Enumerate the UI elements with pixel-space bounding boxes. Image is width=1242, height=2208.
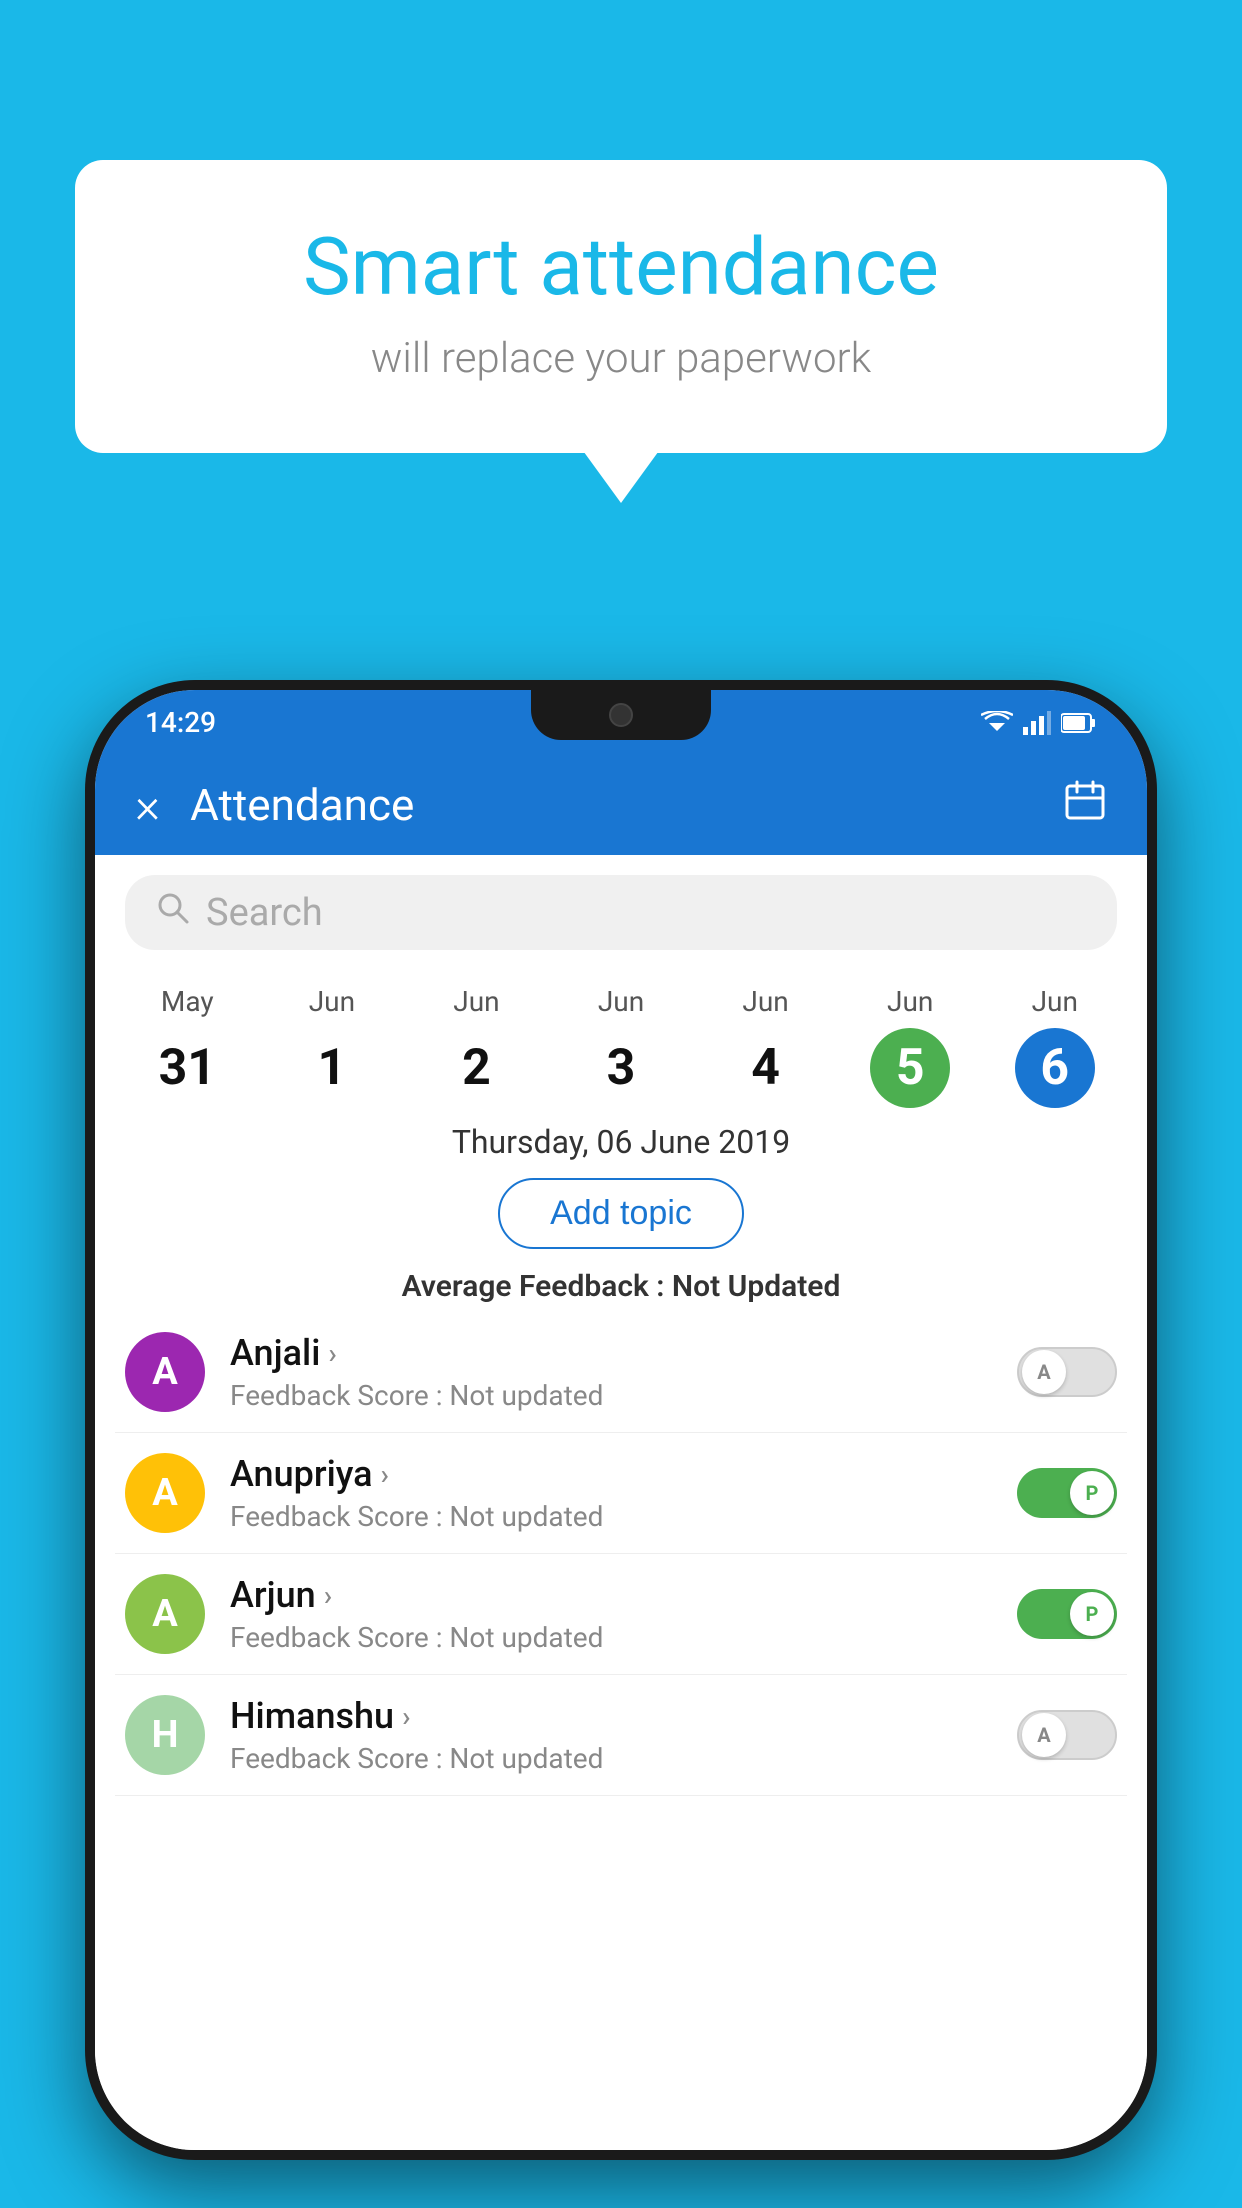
student-name: Arjun › bbox=[230, 1574, 1017, 1616]
student-list: AAnjali ›Feedback Score : Not updatedAAA… bbox=[95, 1312, 1147, 1796]
toggle-knob: A bbox=[1022, 1713, 1066, 1757]
calendar-day-2[interactable]: Jun 2 bbox=[404, 985, 549, 1108]
student-info: Arjun › Feedback Score : Not updated bbox=[230, 1574, 1017, 1654]
cal-day-num: 6 bbox=[1015, 1028, 1095, 1108]
calendar-day-6[interactable]: Jun 6 bbox=[982, 985, 1127, 1108]
cal-day-num: 1 bbox=[292, 1028, 372, 1108]
student-avatar: A bbox=[125, 1332, 205, 1412]
student-name: Anupriya › bbox=[230, 1453, 1017, 1495]
cal-day-num: 3 bbox=[581, 1028, 661, 1108]
cal-month-label: Jun bbox=[742, 985, 788, 1018]
cal-month-label: Jun bbox=[598, 985, 644, 1018]
calendar-day-3[interactable]: Jun 3 bbox=[549, 985, 694, 1108]
avg-feedback: Average Feedback : Not Updated bbox=[95, 1261, 1147, 1312]
student-feedback: Feedback Score : Not updated bbox=[230, 1621, 1017, 1654]
chevron-right-icon: › bbox=[324, 1579, 332, 1612]
search-icon bbox=[155, 890, 191, 935]
cal-month-label: Jun bbox=[1032, 985, 1078, 1018]
toggle-knob: A bbox=[1022, 1350, 1066, 1394]
calendar-button[interactable] bbox=[1063, 778, 1107, 833]
attendance-toggle[interactable]: P bbox=[1017, 1468, 1117, 1518]
status-icons bbox=[981, 711, 1097, 735]
student-feedback: Feedback Score : Not updated bbox=[230, 1500, 1017, 1533]
screen-content: Search May 31 Jun 1 Jun 2 Jun 3 Jun 4 Jun 5 Jun 6 Thu… bbox=[95, 855, 1147, 2150]
student-item[interactable]: AAnjali ›Feedback Score : Not updatedA bbox=[115, 1312, 1127, 1433]
calendar-day-0[interactable]: May 31 bbox=[115, 985, 260, 1108]
attendance-toggle[interactable]: P bbox=[1017, 1589, 1117, 1639]
app-bar: × Attendance bbox=[95, 755, 1147, 855]
cal-day-num: 31 bbox=[147, 1028, 227, 1108]
cal-month-label: Jun bbox=[309, 985, 355, 1018]
avg-feedback-label: Average Feedback : bbox=[402, 1269, 672, 1304]
status-time: 14:29 bbox=[145, 706, 216, 739]
calendar-day-4[interactable]: Jun 4 bbox=[693, 985, 838, 1108]
search-magnifier-icon bbox=[155, 890, 191, 926]
student-avatar: H bbox=[125, 1695, 205, 1775]
student-item[interactable]: A Anupriya › Feedback Score : Not updated P bbox=[115, 1433, 1127, 1554]
toggle-track: P bbox=[1017, 1468, 1117, 1518]
student-item[interactable]: A Arjun › Feedback Score : Not updated P bbox=[115, 1554, 1127, 1675]
close-button[interactable]: × bbox=[135, 777, 160, 834]
cal-month-label: Jun bbox=[453, 985, 499, 1018]
speech-bubble: Smart attendance will replace your paper… bbox=[75, 160, 1167, 453]
add-topic-button[interactable]: Add topic bbox=[498, 1178, 744, 1249]
chevron-right-icon: › bbox=[328, 1337, 336, 1370]
calendar-row: May 31 Jun 1 Jun 2 Jun 3 Jun 4 Jun 5 Jun 6 bbox=[95, 970, 1147, 1113]
toggle-knob: P bbox=[1070, 1592, 1114, 1636]
calendar-day-1[interactable]: Jun 1 bbox=[260, 985, 405, 1108]
signal-icon bbox=[1023, 711, 1051, 735]
app-bar-title: Attendance bbox=[190, 779, 1063, 831]
speech-bubble-subtitle: will replace your paperwork bbox=[155, 334, 1087, 383]
attendance-toggle[interactable]: A bbox=[1017, 1710, 1117, 1760]
student-info: Himanshu › Feedback Score : Not updated bbox=[230, 1695, 1017, 1775]
student-item[interactable]: H Himanshu › Feedback Score : Not updatedA bbox=[115, 1675, 1127, 1796]
student-name: Anjali › bbox=[230, 1332, 1017, 1374]
search-placeholder: Search bbox=[206, 891, 323, 935]
cal-day-num: 4 bbox=[726, 1028, 806, 1108]
calendar-day-5[interactable]: Jun 5 bbox=[838, 985, 983, 1108]
cal-month-label: May bbox=[161, 985, 214, 1018]
search-bar[interactable]: Search bbox=[125, 875, 1117, 950]
wifi-icon bbox=[981, 711, 1013, 735]
notch bbox=[531, 690, 711, 740]
phone-frame: 14:29 bbox=[85, 680, 1157, 2160]
student-feedback: Feedback Score : Not updated bbox=[230, 1379, 1017, 1412]
avg-feedback-value: Not Updated bbox=[672, 1269, 840, 1304]
student-avatar: A bbox=[125, 1453, 205, 1533]
chevron-right-icon: › bbox=[402, 1700, 410, 1733]
cal-day-num: 2 bbox=[436, 1028, 516, 1108]
cal-day-num: 5 bbox=[870, 1028, 950, 1108]
cal-month-label: Jun bbox=[887, 985, 933, 1018]
toggle-track: P bbox=[1017, 1589, 1117, 1639]
camera bbox=[609, 703, 633, 727]
chevron-right-icon: › bbox=[381, 1458, 389, 1491]
student-name: Himanshu › bbox=[230, 1695, 1017, 1737]
toggle-track: A bbox=[1017, 1710, 1117, 1760]
battery-icon bbox=[1061, 712, 1097, 734]
student-info: Anjali › Feedback Score : Not updated bbox=[230, 1332, 1017, 1412]
toggle-track: A bbox=[1017, 1347, 1117, 1397]
speech-bubble-title: Smart attendance bbox=[155, 220, 1087, 314]
toggle-knob: P bbox=[1070, 1471, 1114, 1515]
phone-screen: 14:29 bbox=[95, 690, 1147, 2150]
student-avatar: A bbox=[125, 1574, 205, 1654]
calendar-icon bbox=[1063, 778, 1107, 822]
student-info: Anupriya › Feedback Score : Not updated bbox=[230, 1453, 1017, 1533]
student-feedback: Feedback Score : Not updated bbox=[230, 1742, 1017, 1775]
selected-date: Thursday, 06 June 2019 bbox=[95, 1113, 1147, 1166]
attendance-toggle[interactable]: A bbox=[1017, 1347, 1117, 1397]
